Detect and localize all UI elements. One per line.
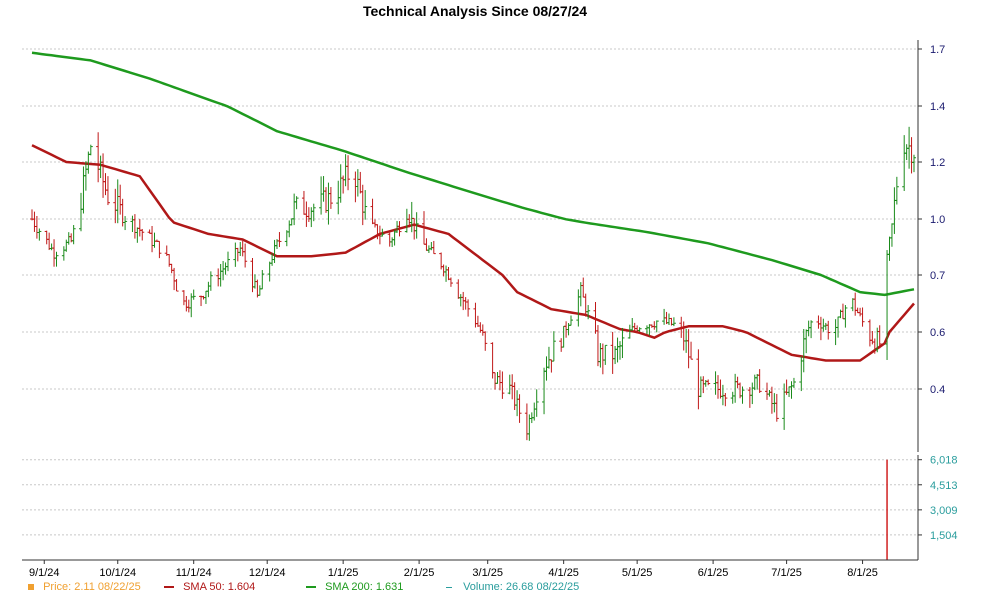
chart-title: Technical Analysis Since 08/27/24 (363, 3, 587, 19)
x-tick-label: 7/1/25 (771, 567, 802, 579)
sma-50-line (31, 144, 915, 362)
x-tick-label: 5/1/25 (622, 567, 653, 579)
legend-sma50: SMA 50: 1.604 (164, 581, 255, 593)
price-tick-label: 0.4 (930, 384, 945, 396)
legend-price-swatch (28, 584, 34, 591)
legend-price-label: Price: 2.11 08/22/25 (43, 581, 141, 593)
sma-200-line (31, 51, 915, 297)
x-tick-label: 2/1/25 (404, 567, 435, 579)
sma-50-path (31, 144, 915, 362)
x-tick-label: 1/1/25 (328, 567, 359, 579)
x-tick-label: 12/1/24 (249, 567, 286, 579)
price-tick-label: 1.7 (930, 44, 945, 56)
legend-sma200-label: SMA 200: 1.631 (325, 581, 404, 593)
x-tick-label: 10/1/24 (99, 567, 136, 579)
x-tick-label: 8/1/25 (847, 567, 878, 579)
price-tick-label: 1.0 (930, 214, 945, 226)
x-tick-label: 6/1/25 (698, 567, 729, 579)
legend: Price: 2.11 08/22/25 SMA 50: 1.604 SMA 2… (0, 579, 1000, 597)
legend-volume-swatch (446, 586, 452, 588)
price-tick-label: 0.7 (930, 270, 945, 282)
legend-sma50-label: SMA 50: 1.604 (183, 581, 256, 593)
legend-sma200: SMA 200: 1.631 (306, 581, 403, 593)
x-tick-label: 4/1/25 (548, 567, 579, 579)
sma-200-path (31, 51, 915, 297)
volume-tick-label: 6,018 (930, 455, 958, 467)
legend-sma50-swatch (164, 586, 174, 589)
volume-tick-label: 1,504 (930, 530, 958, 542)
price-bars (30, 126, 916, 441)
volume-tick-label: 4,513 (930, 480, 958, 492)
x-tick-label: 9/1/24 (29, 567, 60, 579)
chart-canvas: Technical Analysis Since 08/27/24 0.4 0.6… (22, 3, 958, 579)
price-tick-label: 1.4 (930, 101, 945, 113)
price-tick-label: 0.6 (930, 327, 945, 339)
x-tick-label: 11/1/24 (176, 567, 212, 579)
axes: 0.4 0.6 0.7 1.0 1.2 1.4 1.7 1,504 3,009 4,513 6,01… (22, 40, 958, 579)
grid-lines (22, 48, 918, 536)
price-tick-label: 1.2 (930, 157, 945, 169)
legend-volume: Volume: 26.68 08/22/25 (446, 581, 579, 593)
legend-volume-label: Volume: 26.68 08/22/25 (463, 581, 580, 593)
legend-sma200-swatch (306, 586, 316, 589)
x-tick-label: 3/1/25 (472, 567, 503, 579)
stock-chart: Technical Analysis Since 08/27/24 0.4 0.6… (0, 0, 1000, 600)
legend-price: Price: 2.11 08/22/25 (28, 581, 141, 593)
volume-tick-label: 3,009 (930, 505, 958, 517)
